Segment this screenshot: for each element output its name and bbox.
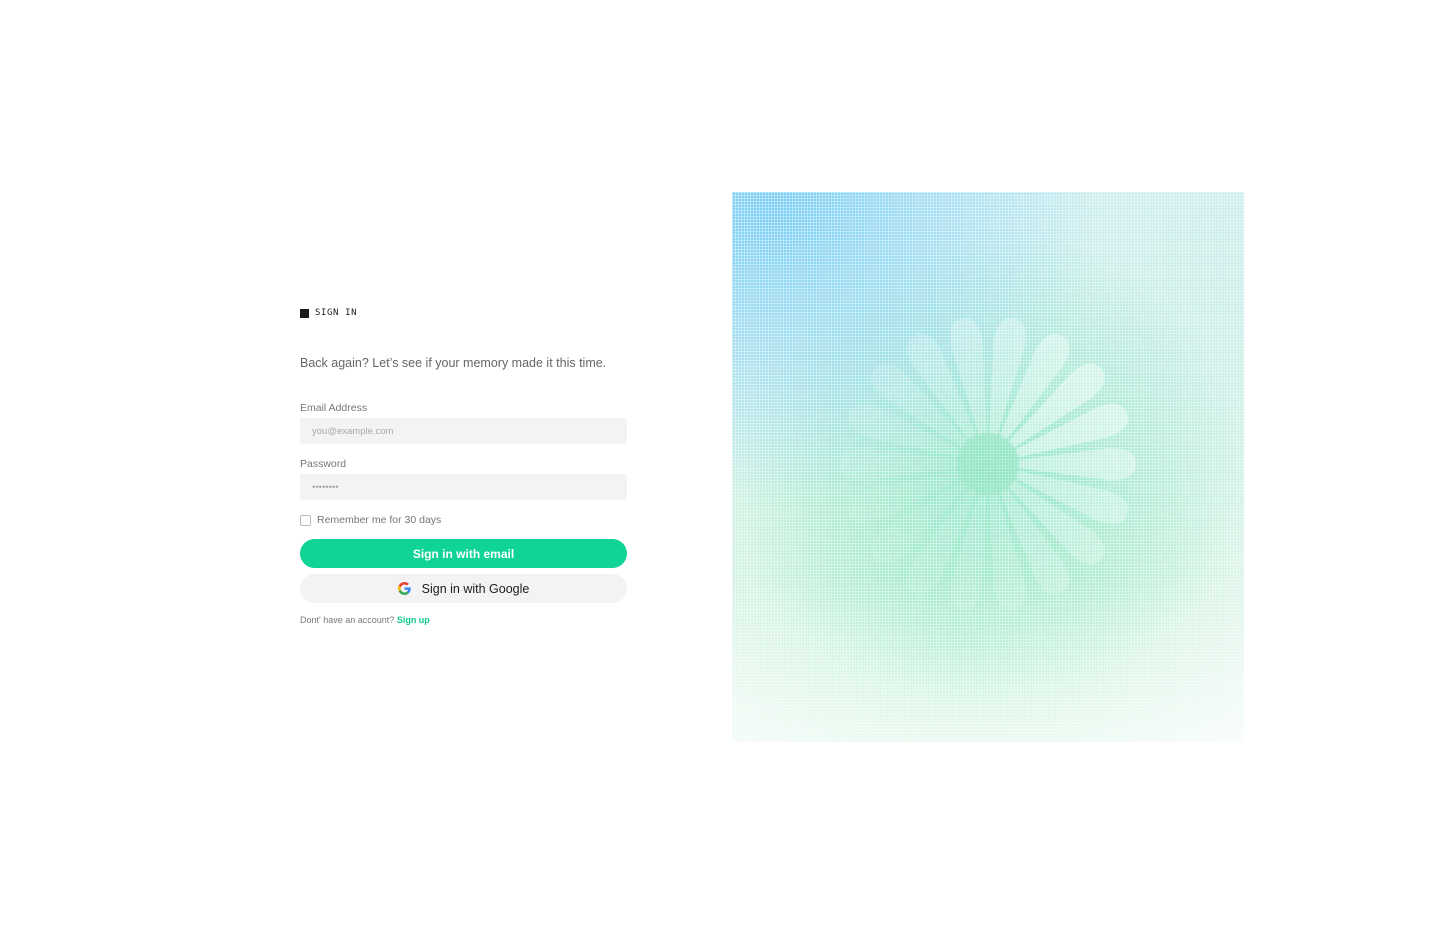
remember-me-checkbox[interactable] xyxy=(300,514,311,526)
sign-in-google-button[interactable]: Sign in with Google xyxy=(300,574,627,603)
signup-prompt: Dont' have an account? Sign up xyxy=(300,615,627,625)
sign-in-form: SIGN IN Back again? Let’s see if your me… xyxy=(300,306,627,625)
section-tag: SIGN IN xyxy=(300,306,627,320)
page-subtitle: Back again? Let’s see if your memory mad… xyxy=(300,356,607,370)
sign-in-email-button[interactable]: Sign in with email xyxy=(300,539,627,568)
email-label: Email Address xyxy=(300,402,368,414)
signup-prompt-text: Dont' have an account? xyxy=(300,615,395,625)
password-label: Password xyxy=(300,458,347,470)
google-logo-icon xyxy=(397,582,411,595)
square-icon xyxy=(300,308,309,318)
remember-me-row[interactable]: Remember me for 30 days xyxy=(300,513,627,527)
remember-me-label: Remember me for 30 days xyxy=(317,514,442,526)
sign-up-link[interactable]: Sign up xyxy=(397,615,430,625)
password-field[interactable] xyxy=(300,474,627,500)
sign-in-page: SIGN IN Back again? Let’s see if your me… xyxy=(0,0,1440,934)
email-field[interactable] xyxy=(300,418,627,444)
hero-fade xyxy=(732,192,1244,742)
section-tag-label: SIGN IN xyxy=(315,308,358,318)
sign-in-google-label: Sign in with Google xyxy=(421,581,530,596)
hero-illustration xyxy=(732,192,1244,742)
